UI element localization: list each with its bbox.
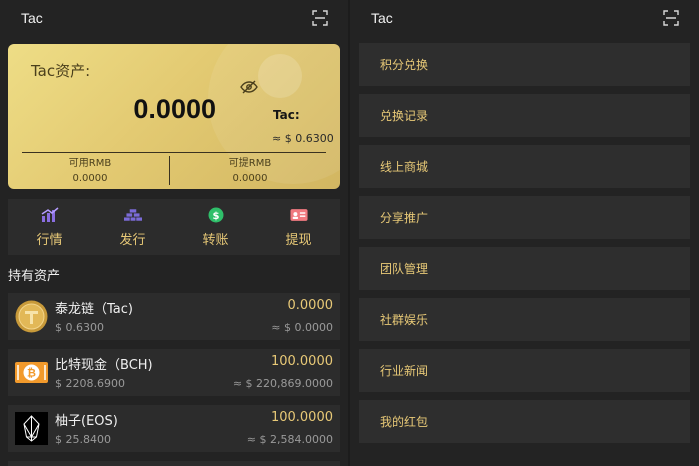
- action-label: 发行: [119, 232, 146, 248]
- menu-item-label: 社群娱乐: [380, 313, 429, 327]
- quick-actions: 行情 发行 $ 转账 提现: [8, 199, 340, 255]
- available-rmb: 可用RMB 0.0000: [10, 156, 170, 186]
- holding-value: ≈ $ 220,869.0000: [232, 377, 333, 390]
- menu-item-label: 团队管理: [380, 262, 429, 276]
- stack-icon: [123, 208, 142, 221]
- eye-hidden-icon[interactable]: [240, 80, 258, 94]
- asset-amount: 0.0000: [133, 94, 216, 124]
- menu-item-my-red-packets[interactable]: 我的红包: [359, 400, 690, 443]
- holding-value: ≈ $ 2,584.0000: [246, 433, 333, 446]
- menu-item-points-exchange[interactable]: 积分兑换: [359, 43, 690, 86]
- scan-icon[interactable]: [312, 10, 328, 26]
- holding-balance: 0.0000: [287, 298, 334, 313]
- withdrawable-rmb: 可提RMB 0.0000: [170, 156, 330, 186]
- action-label: 行情: [36, 232, 63, 248]
- app-title: Tac: [21, 10, 43, 26]
- withdrawable-value: 0.0000: [232, 173, 268, 184]
- menu-item-label: 积分兑换: [380, 58, 429, 72]
- action-withdraw[interactable]: 提现: [269, 207, 329, 248]
- asset-card: Tac资产: 0.0000 Tac: ≈ $ 0.6300 可用RMB 0.00…: [8, 44, 340, 189]
- wallet-panel: Tac Tac资产: 0.0000 Tac: ≈ $ 0.6300 可用RMB …: [0, 0, 348, 466]
- holding-row-partial: [8, 461, 340, 466]
- chart-icon: [41, 206, 58, 222]
- menu-item-community-entertainment[interactable]: 社群娱乐: [359, 298, 690, 341]
- action-market[interactable]: 行情: [20, 206, 80, 248]
- holding-balance: 100.0000: [270, 410, 333, 425]
- holding-value: ≈ $ 0.0000: [271, 321, 333, 334]
- action-label: 转账: [202, 232, 229, 248]
- available-label: 可用RMB: [68, 158, 112, 169]
- scan-icon[interactable]: [663, 10, 679, 26]
- holding-price: $ 25.8400: [55, 433, 111, 446]
- holding-price: $ 2208.6900: [55, 377, 125, 390]
- holding-name: 比特现金（BCH): [55, 358, 153, 373]
- holdings-title: 持有资产: [8, 269, 61, 284]
- svg-text:₿: ₿: [27, 367, 36, 380]
- menu-item-label: 兑换记录: [380, 109, 429, 123]
- menu-item-label: 线上商城: [380, 160, 429, 174]
- eos-icon: [15, 412, 48, 445]
- menu-item-online-mall[interactable]: 线上商城: [359, 145, 690, 188]
- holding-balance: 100.0000: [270, 354, 333, 369]
- holding-row[interactable]: 柚子(EOS) $ 25.8400 100.0000 ≈ $ 2,584.000…: [8, 405, 340, 452]
- menu-item-label: 我的红包: [380, 415, 429, 429]
- card-divider: [22, 152, 326, 153]
- menu-item-label: 行业新闻: [380, 364, 429, 378]
- tac-coin-icon: [15, 300, 48, 333]
- action-transfer[interactable]: $ 转账: [186, 207, 246, 248]
- holding-row[interactable]: 泰龙链（Tac) $ 0.6300 0.0000 ≈ $ 0.0000: [8, 293, 340, 340]
- top-bar: Tac: [350, 0, 699, 36]
- holding-name: 泰龙链（Tac): [55, 302, 133, 317]
- menu-panel: Tac 积分兑换 兑换记录 线上商城 分享推广 团队管理 社群娱乐 行业新闻 我…: [350, 0, 699, 466]
- action-label: 提现: [285, 232, 312, 248]
- menu-item-team-management[interactable]: 团队管理: [359, 247, 690, 290]
- asset-label: Tac资产:: [31, 62, 91, 80]
- coin-icon: $: [208, 207, 223, 222]
- menu-item-label: 分享推广: [380, 211, 429, 225]
- asset-approx-value: ≈ $ 0.6300: [272, 132, 334, 145]
- menu-item-share-promotion[interactable]: 分享推广: [359, 196, 690, 239]
- card-icon: [289, 208, 308, 221]
- available-value: 0.0000: [72, 173, 108, 184]
- withdrawable-label: 可提RMB: [228, 158, 272, 169]
- holding-row[interactable]: ₿ 比特现金（BCH) $ 2208.6900 100.0000 ≈ $ 220…: [8, 349, 340, 396]
- action-issue[interactable]: 发行: [103, 207, 163, 248]
- top-bar: Tac: [0, 0, 348, 36]
- holding-name: 柚子(EOS): [55, 414, 118, 429]
- app-title: Tac: [371, 10, 393, 26]
- menu-item-industry-news[interactable]: 行业新闻: [359, 349, 690, 392]
- bitcoin-cash-icon: ₿: [15, 362, 48, 383]
- svg-text:$: $: [212, 211, 219, 222]
- asset-unit: Tac:: [273, 108, 300, 122]
- holding-price: $ 0.6300: [55, 321, 104, 334]
- menu-item-exchange-records[interactable]: 兑换记录: [359, 94, 690, 137]
